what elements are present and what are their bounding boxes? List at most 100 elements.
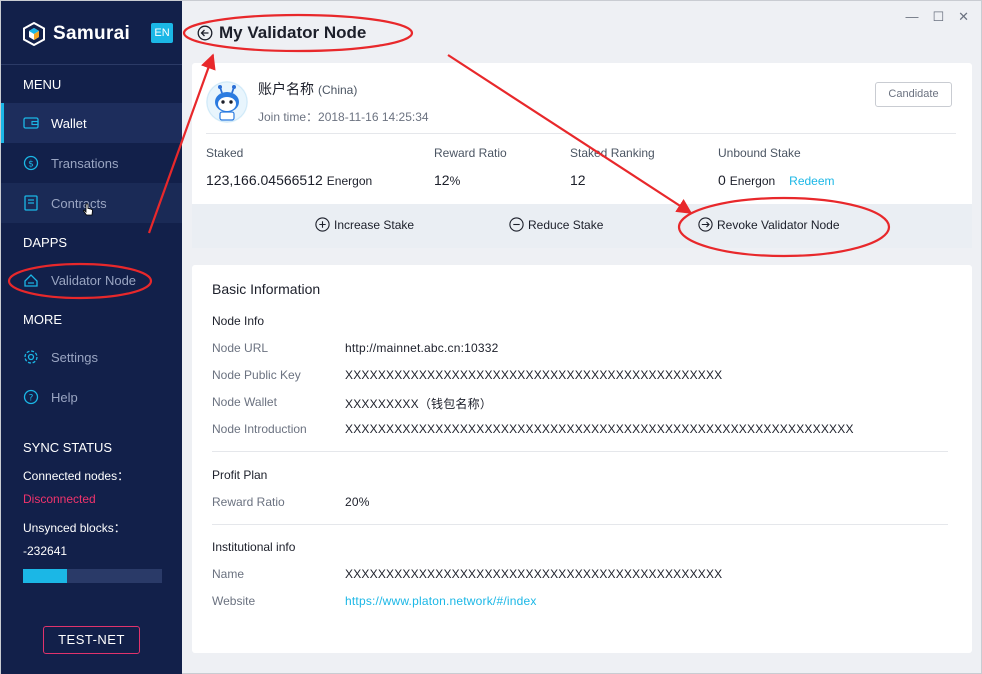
- sync-status-title: SYNC STATUS: [23, 440, 113, 455]
- institution-name-label: Name: [212, 567, 245, 581]
- unbound-stake-unit: Energon: [729, 174, 776, 188]
- basic-information-title: Basic Information: [212, 281, 321, 297]
- node-public-key-label: Node Public Key: [212, 368, 301, 382]
- sidebar-item-wallet[interactable]: Wallet: [1, 103, 182, 143]
- card-divider: [206, 133, 956, 134]
- website-link[interactable]: https://www.platon.network/#/index: [345, 594, 537, 608]
- reward-ratio-row: 12%: [434, 172, 460, 188]
- svg-text:?: ?: [29, 394, 34, 404]
- redeem-link[interactable]: Redeem: [789, 174, 834, 188]
- section-divider: [212, 524, 948, 525]
- menu-section-title: MENU: [23, 77, 62, 92]
- staked-unit: Energon: [326, 174, 373, 188]
- sidebar-item-label: Contracts: [51, 195, 107, 211]
- profit-reward-ratio-label: Reward Ratio: [212, 495, 285, 509]
- more-section-title: MORE: [23, 312, 62, 327]
- plus-circle-icon: [315, 217, 330, 232]
- minimize-button[interactable]: —: [905, 9, 918, 25]
- node-wallet-value: XXXXXXXXX（钱包名称）: [345, 397, 493, 411]
- node-introduction-label: Node Introduction: [212, 422, 307, 436]
- exit-arrow-icon: [698, 217, 713, 232]
- revoke-validator-label: Revoke Validator Node: [717, 217, 840, 232]
- sidebar-item-label: Transations: [51, 155, 119, 171]
- stake-action-bar: Increase Stake Reduce Stake Revoke Valid…: [192, 204, 972, 248]
- maximize-button[interactable]: ☐: [932, 9, 944, 25]
- app-name: Samurai: [53, 23, 131, 44]
- svg-text:$: $: [28, 160, 34, 170]
- robot-avatar-icon: [206, 81, 248, 123]
- validator-summary-card: 账户名称 (China) Join time：2018-11-16 14:25:3…: [192, 63, 972, 248]
- reward-ratio-label: Reward Ratio: [434, 146, 507, 160]
- staked-ranking-label: Staked Ranking: [570, 146, 655, 160]
- profit-reward-ratio-value: 20%: [345, 495, 370, 509]
- account-name: 账户名称: [258, 81, 314, 97]
- node-wallet-label: Node Wallet: [212, 395, 277, 409]
- staked-value-row: 123,166.04566512 Energon: [206, 172, 372, 188]
- reward-ratio-value: 12: [434, 172, 450, 188]
- wallet-icon: [23, 115, 39, 131]
- reduce-stake-button[interactable]: Reduce Stake: [509, 217, 603, 232]
- dollar-icon: $: [23, 155, 39, 171]
- unsynced-blocks-label: Unsynced blocks：: [23, 521, 126, 535]
- page-title: My Validator Node: [219, 23, 367, 42]
- sidebar: Samurai EN MENU Wallet $ Transations Con…: [1, 1, 182, 674]
- contract-icon: [23, 195, 39, 211]
- window-controls: — ☐ ✕: [905, 9, 969, 25]
- section-divider: [212, 451, 948, 452]
- unbound-stake-label: Unbound Stake: [718, 146, 801, 160]
- app-window: Samurai EN MENU Wallet $ Transations Con…: [0, 0, 982, 674]
- unbound-stake-row: 0 Energon Redeem: [718, 172, 835, 188]
- samurai-logo-icon: [23, 22, 45, 46]
- avatar: [206, 81, 248, 123]
- sidebar-item-label: Help: [51, 389, 78, 405]
- sidebar-item-settings[interactable]: Settings: [1, 337, 182, 377]
- gear-icon: [23, 349, 39, 365]
- node-url-value: http://mainnet.abc.cn:10332: [345, 341, 499, 355]
- unsynced-blocks-value: -232641: [23, 544, 68, 558]
- connected-nodes-value: Disconnected: [23, 492, 96, 506]
- staked-ranking-value: 12: [570, 172, 586, 188]
- reward-ratio-unit: %: [449, 174, 461, 188]
- network-button[interactable]: TEST-NET: [43, 626, 140, 654]
- dapps-section-title: DAPPS: [23, 235, 68, 250]
- revoke-validator-button[interactable]: Revoke Validator Node: [698, 217, 840, 232]
- validator-icon: [23, 272, 39, 288]
- close-button[interactable]: ✕: [958, 9, 969, 25]
- join-time: Join time：2018-11-16 14:25:34: [258, 110, 429, 124]
- increase-stake-button[interactable]: Increase Stake: [315, 217, 414, 232]
- sidebar-item-validator-node[interactable]: Validator Node: [1, 260, 182, 300]
- institutional-info-title: Institutional info: [212, 540, 296, 554]
- reduce-stake-label: Reduce Stake: [528, 217, 604, 232]
- node-info-title: Node Info: [212, 314, 265, 328]
- account-region: (China): [318, 83, 358, 97]
- candidate-status-button[interactable]: Candidate: [875, 82, 952, 107]
- node-url-label: Node URL: [212, 341, 269, 355]
- connected-nodes-label: Connected nodes：: [23, 469, 130, 483]
- sidebar-divider: [1, 64, 182, 65]
- brand: Samurai: [23, 21, 130, 47]
- sidebar-item-label: Validator Node: [51, 272, 137, 288]
- node-introduction-value: XXXXXXXXXXXXXXXXXXXXXXXXXXXXXXXXXXXXXXXX…: [345, 422, 854, 436]
- website-label: Website: [212, 594, 256, 608]
- sync-progress-fill: [23, 569, 68, 583]
- sidebar-item-help[interactable]: ? Help: [1, 377, 182, 417]
- minus-circle-icon: [509, 217, 524, 232]
- institution-name-value: XXXXXXXXXXXXXXXXXXXXXXXXXXXXXXXXXXXXXXXX…: [345, 567, 723, 581]
- unbound-stake-value: 0: [718, 172, 726, 188]
- mouse-cursor-icon: [83, 203, 93, 216]
- sidebar-item-label: Wallet: [51, 115, 87, 131]
- account-name-row: 账户名称 (China): [258, 79, 357, 99]
- increase-stake-label: Increase Stake: [334, 217, 415, 232]
- node-public-key-value: XXXXXXXXXXXXXXXXXXXXXXXXXXXXXXXXXXXXXXXX…: [345, 368, 723, 382]
- sync-progress-bar: [23, 569, 162, 583]
- staked-label: Staked: [206, 146, 244, 160]
- sidebar-item-contracts[interactable]: Contracts: [1, 183, 182, 223]
- basic-information-card: Basic Information Node Info Node URL htt…: [192, 265, 972, 653]
- sidebar-item-transactions[interactable]: $ Transations: [1, 143, 182, 183]
- staked-value: 123,166.04566512: [206, 172, 323, 188]
- back-arrow-icon[interactable]: [197, 25, 213, 41]
- language-toggle[interactable]: EN: [151, 23, 173, 43]
- sidebar-item-label: Settings: [51, 349, 98, 365]
- profit-plan-title: Profit Plan: [212, 468, 268, 482]
- page-header: My Validator Node: [197, 23, 366, 43]
